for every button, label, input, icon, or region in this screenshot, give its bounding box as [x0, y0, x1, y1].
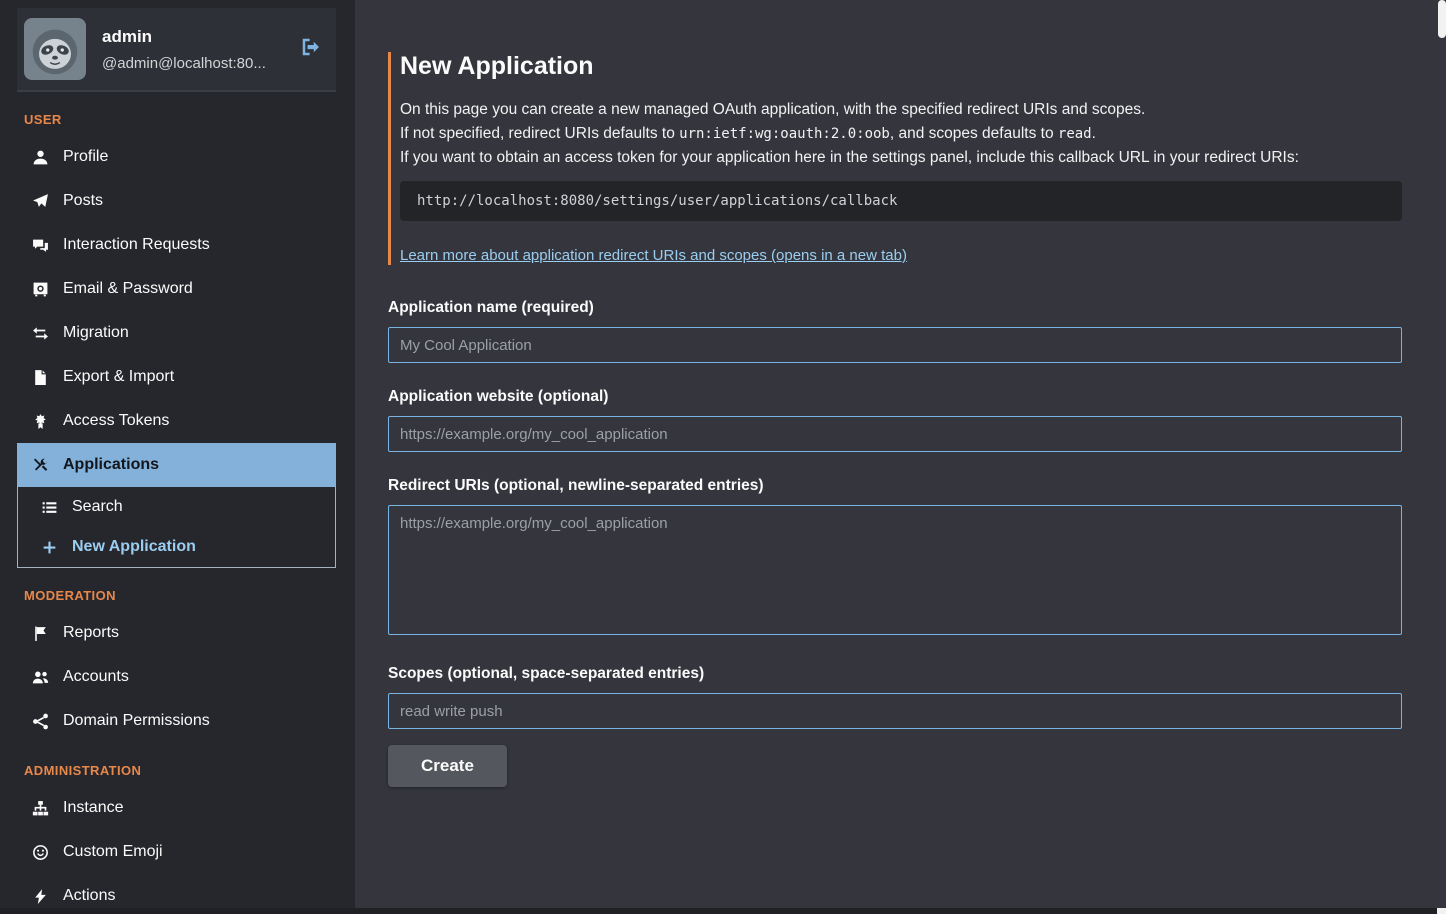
sidebar-item-applications[interactable]: Applications	[17, 443, 336, 487]
redirect-uris-field-group: Redirect URIs (optional, newline-separat…	[388, 477, 1402, 640]
sign-out-icon[interactable]	[300, 36, 322, 63]
application-website-field-group: Application website (optional)	[388, 388, 1402, 452]
bolt-icon	[31, 888, 50, 905]
sidebar-item-label: Export & Import	[63, 366, 174, 388]
sidebar-item-domain-permissions[interactable]: Domain Permissions	[17, 699, 336, 743]
sidebar-item-migration[interactable]: Migration	[17, 311, 336, 355]
inline-code-oob: urn:ietf:wg:oauth:2.0:oob	[679, 126, 890, 142]
sidebar-item-new-application[interactable]: New Application	[18, 527, 335, 567]
sidebar-item-label: Email & Password	[63, 278, 193, 300]
user-meta: admin @admin@localhost:80...	[102, 27, 284, 72]
applications-subitems: Search New Application	[18, 487, 335, 567]
sidebar-item-label: Access Tokens	[63, 410, 169, 432]
vault-icon	[31, 281, 50, 298]
new-application-form: Application name (required) Application …	[388, 299, 1402, 787]
settings-app: admin @admin@localhost:80... USER Profil…	[0, 0, 1446, 914]
smile-icon	[31, 844, 50, 861]
application-name-label: Application name (required)	[388, 299, 1402, 317]
sidebar-item-profile[interactable]: Profile	[17, 135, 336, 179]
sidebar-item-label: Profile	[63, 146, 108, 168]
sidebar-item-label: Interaction Requests	[63, 234, 210, 256]
sidebar-item-search[interactable]: Search	[18, 487, 335, 527]
page-title: New Application	[400, 52, 1402, 81]
redirect-uris-textarea[interactable]	[388, 505, 1402, 635]
paper-plane-icon	[31, 193, 50, 210]
certificate-icon	[31, 413, 50, 430]
application-name-input[interactable]	[388, 327, 1402, 363]
scopes-input[interactable]	[388, 693, 1402, 729]
plus-icon	[40, 539, 59, 556]
applications-group: Applications Search New Application	[17, 443, 336, 568]
intro-line-2: If not specified, redirect URIs defaults…	[400, 122, 1402, 146]
sidebar-item-label: Domain Permissions	[63, 710, 210, 732]
application-website-input[interactable]	[388, 416, 1402, 452]
horizontal-scrollbar-thumb[interactable]	[1437, 908, 1446, 914]
sidebar-item-label: Actions	[63, 885, 115, 907]
flag-icon	[31, 625, 50, 642]
list-icon	[40, 499, 59, 516]
comments-icon	[31, 237, 50, 254]
application-website-label: Application website (optional)	[388, 388, 1402, 406]
intro-block: New Application On this page you can cre…	[388, 52, 1402, 265]
sidebar-item-instance[interactable]: Instance	[17, 786, 336, 830]
scopes-label: Scopes (optional, space-separated entrie…	[388, 665, 1402, 683]
create-button[interactable]: Create	[388, 745, 507, 787]
sidebar-item-export-import[interactable]: Export & Import	[17, 355, 336, 399]
vertical-scrollbar-thumb[interactable]	[1438, 0, 1446, 38]
sidebar-item-posts[interactable]: Posts	[17, 179, 336, 223]
arrows-left-right-icon	[31, 325, 50, 342]
sidebar-item-label: Reports	[63, 622, 119, 644]
sitemap-icon	[31, 800, 50, 817]
avatar	[24, 18, 86, 80]
horizontal-scrollbar-track[interactable]	[0, 908, 1446, 914]
share-nodes-icon	[31, 713, 50, 730]
intro-line-1: On this page you can create a new manage…	[400, 98, 1402, 122]
sidebar: admin @admin@localhost:80... USER Profil…	[0, 0, 355, 914]
user-icon	[31, 149, 50, 166]
sidebar-item-accounts[interactable]: Accounts	[17, 655, 336, 699]
user-handle: @admin@localhost:80...	[102, 55, 284, 72]
sidebar-item-reports[interactable]: Reports	[17, 611, 336, 655]
scopes-field-group: Scopes (optional, space-separated entrie…	[388, 665, 1402, 729]
application-name-field-group: Application name (required)	[388, 299, 1402, 363]
learn-more-link[interactable]: Learn more about application redirect UR…	[400, 247, 907, 264]
sidebar-item-custom-emoji[interactable]: Custom Emoji	[17, 830, 336, 874]
users-icon	[31, 669, 50, 686]
tools-icon	[31, 457, 50, 474]
sidebar-item-label: Instance	[63, 797, 123, 819]
section-header-user: USER	[24, 112, 336, 127]
sidebar-item-label: Applications	[63, 454, 159, 476]
main-panel: New Application On this page you can cre…	[355, 0, 1446, 914]
callback-url: http://localhost:8080/settings/user/appl…	[400, 181, 1402, 221]
sidebar-item-access-tokens[interactable]: Access Tokens	[17, 399, 336, 443]
sidebar-item-label: Custom Emoji	[63, 841, 163, 863]
sidebar-item-label: Search	[72, 496, 123, 518]
sidebar-item-email-password[interactable]: Email & Password	[17, 267, 336, 311]
intro-line-3: If you want to obtain an access token fo…	[400, 146, 1402, 170]
user-name: admin	[102, 27, 284, 47]
section-header-moderation: MODERATION	[24, 588, 336, 603]
section-header-administration: ADMINISTRATION	[24, 763, 336, 778]
sidebar-item-label: New Application	[72, 536, 196, 558]
file-export-icon	[31, 369, 50, 386]
sidebar-item-interaction-requests[interactable]: Interaction Requests	[17, 223, 336, 267]
sidebar-item-label: Accounts	[63, 666, 129, 688]
sidebar-item-label: Posts	[63, 190, 103, 212]
user-card[interactable]: admin @admin@localhost:80...	[17, 8, 336, 92]
inline-code-read: read	[1058, 126, 1092, 142]
sidebar-item-label: Migration	[63, 322, 129, 344]
redirect-uris-label: Redirect URIs (optional, newline-separat…	[388, 477, 1402, 495]
